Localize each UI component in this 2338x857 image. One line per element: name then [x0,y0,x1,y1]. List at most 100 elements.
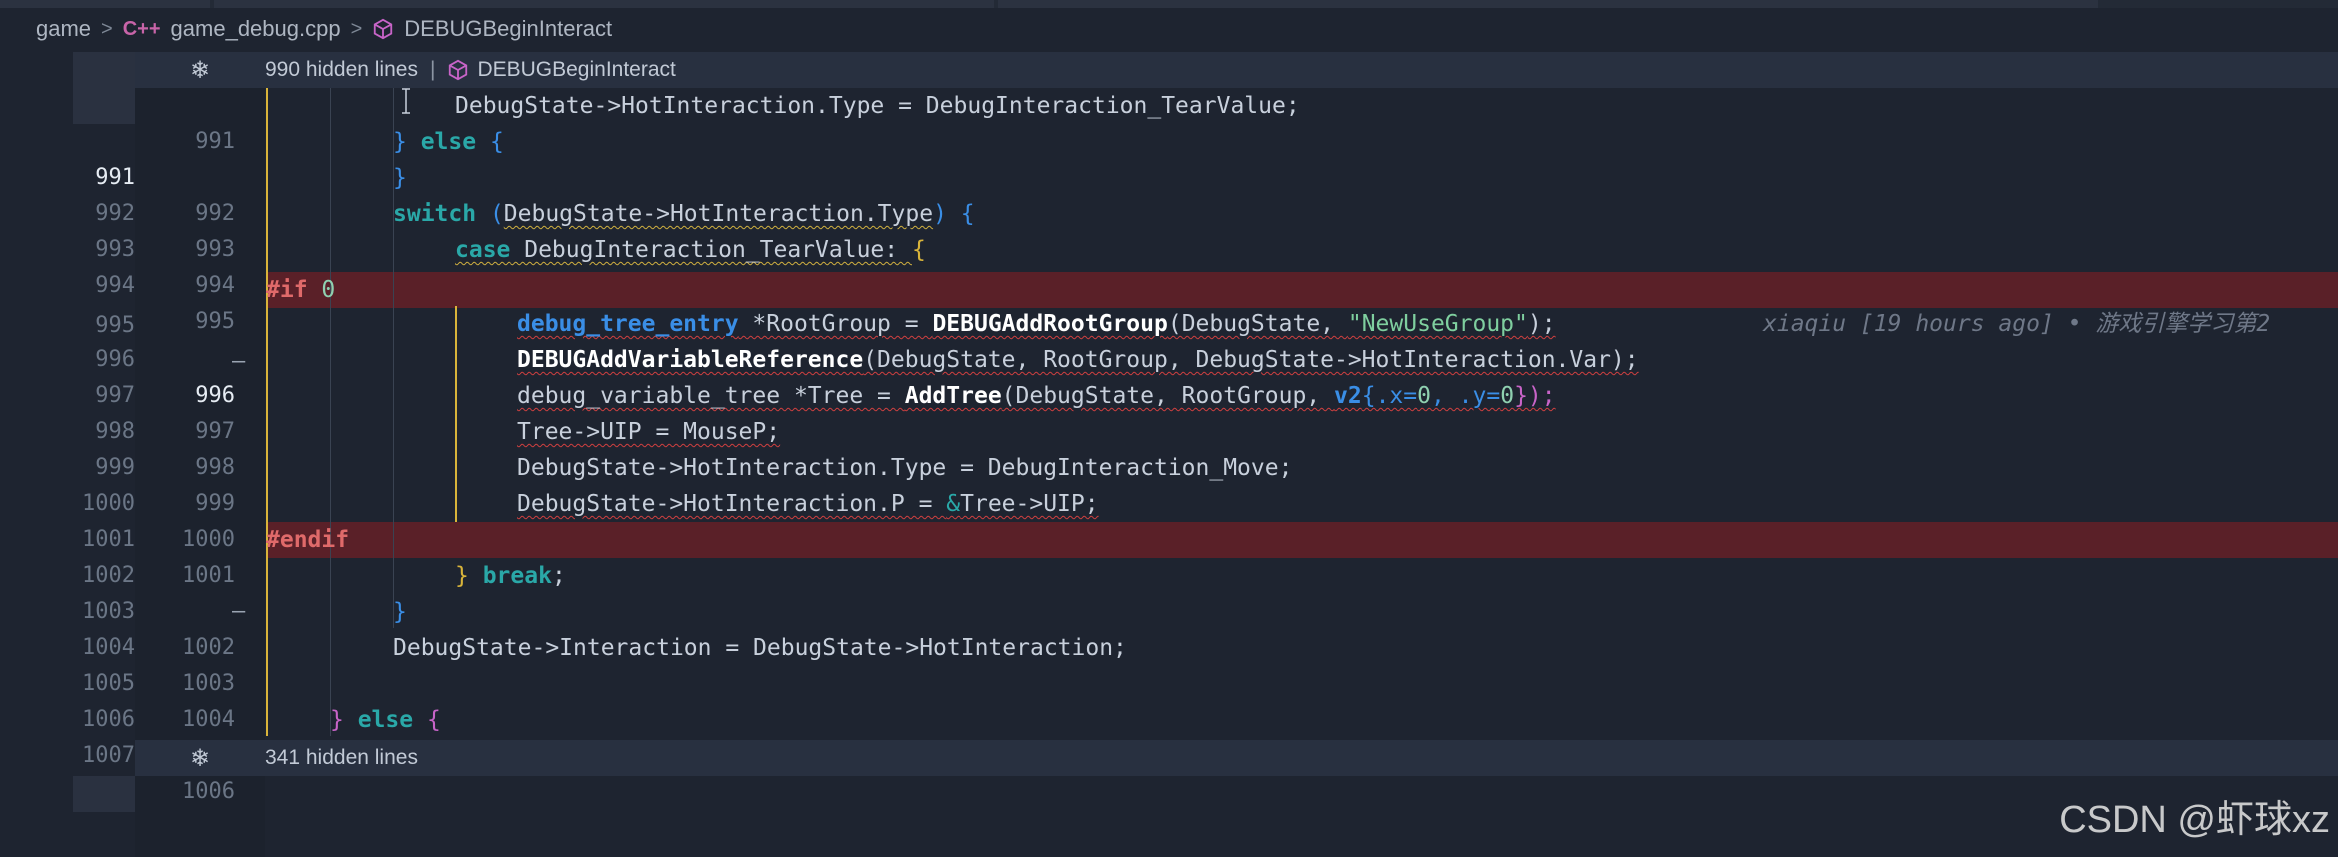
code-line[interactable]: 991 DebugState->HotInteraction.Type = De… [0,88,2338,154]
code-fragment: *RootGroup = [738,311,933,337]
code-line[interactable]: 1007 1006 } else { [0,702,2338,804]
brace: } [455,563,483,589]
number: 0 [1500,383,1515,409]
unfold-icon[interactable]: ❄ [135,56,265,85]
function-name: DEBUGAddRootGroup [932,311,1168,337]
type: v2 [1334,383,1362,409]
function-name: AddTree [904,383,1002,409]
brace: { [911,237,926,263]
tab-3[interactable] [998,0,2098,8]
code-line[interactable]: 998 998 debug_variable_tree *Tree = AddT… [0,378,2338,480]
gutter-block [73,776,135,812]
code-line[interactable]: 1004 1003 } [0,594,2338,696]
code-text[interactable]: DebugState->HotInteraction.Type = DebugI… [455,88,1300,124]
cube-symbol-icon [449,59,468,81]
code-text[interactable]: DebugState->HotInteraction.Type = DebugI… [517,450,1292,486]
paren: ( [476,201,504,227]
code-text[interactable]: debug_tree_entry *RootGroup = DEBUGAddRo… [517,306,1556,342]
operator: & [946,491,961,517]
cpp-file-icon: C++ [122,17,161,40]
code-line[interactable]: 1006 1005 [0,666,2338,768]
code-text[interactable]: } [393,160,407,196]
code-fragment: ); [1527,311,1556,337]
code-fragment: DebugState->HotInteraction.P = [517,491,947,517]
keyword: else [420,129,477,155]
type: debug_tree_entry [517,311,739,337]
code-fragment: {.x= [1361,383,1418,409]
hidden-lines-count: 990 hidden lines [265,58,418,81]
code-line[interactable]: 992 993 } [0,160,2338,262]
number: 0 [321,277,336,303]
fold-bar-top[interactable]: ❄ 990 hidden lines | DEBUGBeginInteract [135,52,2338,88]
keyword: case [455,237,511,263]
number: 0 [1417,383,1431,409]
tab-2[interactable] [214,0,994,8]
brace: { [476,129,504,155]
tab-strip [0,0,2338,8]
code-text[interactable]: Tree->UIP = MouseP; [517,414,780,450]
breadcrumb-symbol[interactable]: DEBUGBeginInteract [404,16,612,42]
code-line[interactable]: 991 992 } else { [0,124,2338,226]
watermark: CSDN @虾球xz [2059,799,2330,841]
preprocessor[interactable]: #endif [266,522,349,558]
tab-1[interactable] [0,0,210,8]
breadcrumb: game > C++ game_debug.cpp > DEBUGBeginIn… [36,14,612,44]
line-number: 1006 [182,779,235,804]
code-line[interactable]: 1005 1004 DebugState->Interaction = Debu… [0,630,2338,732]
fold-bar-bottom[interactable]: ❄ 341 hidden lines [135,740,2338,776]
paren: ) { [933,201,975,227]
fold-symbol: DEBUGBeginInteract [477,58,676,81]
code-line[interactable]: 1001 1001 DebugState->HotInteraction.P =… [0,486,2338,588]
chevron-right-icon: > [101,17,113,40]
code-line[interactable]: 995 — #if 0 [0,272,2338,374]
code-fragment: }); [1514,383,1556,409]
brace: } [393,129,421,155]
keyword: else [357,707,414,733]
function-name: DEBUGAddVariableReference [517,347,864,373]
code-fragment: Tree->UIP; [960,491,1099,517]
code-text[interactable]: } [393,594,407,630]
keyword: switch [393,201,477,227]
code-text[interactable]: switch (DebugState->HotInteraction.Type)… [393,196,975,232]
code-fragment: ; [551,563,566,589]
chevron-right-icon: > [350,17,363,40]
preprocessor: #if [266,277,308,303]
code-line[interactable]: 1002 — #endif [0,522,2338,624]
cube-symbol-icon [374,18,393,40]
case-label: DebugInteraction_TearValue: [510,237,912,263]
code-line[interactable]: 996 996 debug_tree_entry *RootGroup = DE… [0,306,2338,408]
code-text[interactable]: case DebugInteraction_TearValue: { [455,232,926,268]
breadcrumb-file[interactable]: game_debug.cpp [171,16,341,42]
code-line[interactable]: 999 999 Tree->UIP = MouseP; [0,414,2338,516]
code-text[interactable]: DebugState->Interaction = DebugState->Ho… [393,630,1127,666]
code-text[interactable]: debug_variable_tree *Tree = AddTree(Debu… [517,378,1556,414]
code-line[interactable]: 1000 1000 DebugState->HotInteraction.Typ… [0,450,2338,552]
code-line[interactable]: 993 994 switch (DebugState->HotInteracti… [0,196,2338,298]
code-fragment: (DebugState, RootGroup, [1001,383,1335,409]
expression: DebugState->HotInteraction.Type [503,201,934,227]
git-blame-annotation: xiaqiu [19 hours ago] • 游戏引擎学习第2 [1763,311,2271,337]
text-cursor-icon [402,88,410,114]
code-fragment: (DebugState, [1167,311,1348,337]
fold-separator: | [429,58,436,81]
code-text[interactable]: DEBUGAddVariableReference(DebugState, Ro… [517,342,1639,378]
code-text[interactable]: DebugState->HotInteraction.P = &Tree->UI… [517,486,1099,522]
code-text[interactable]: } break; [455,558,566,594]
code-text[interactable]: } else { [393,124,504,160]
keyword: break [482,563,552,589]
code-line[interactable]: 994 995 case DebugInteraction_TearValue:… [0,232,2338,334]
code-text[interactable]: #if 0 [266,272,335,308]
code-text[interactable]: } else { [330,702,441,738]
code-fragment: (DebugState, RootGroup, DebugState->HotI… [863,347,1639,373]
string: "NewUseGroup" [1347,311,1528,337]
unfold-icon[interactable]: ❄ [135,744,265,773]
brace: } [330,707,358,733]
code-line[interactable]: 997 997 DEBUGAddVariableReference(DebugS… [0,342,2338,444]
code-line[interactable]: 1003 1002 } break; [0,558,2338,660]
brace: { [413,707,441,733]
breadcrumb-folder[interactable]: game [36,16,91,42]
code-fragment: , .y= [1430,383,1501,409]
fold-gutter-block [73,52,135,88]
code-fragment: debug_variable_tree *Tree = [517,383,905,409]
hidden-lines-count: 341 hidden lines [265,746,418,769]
